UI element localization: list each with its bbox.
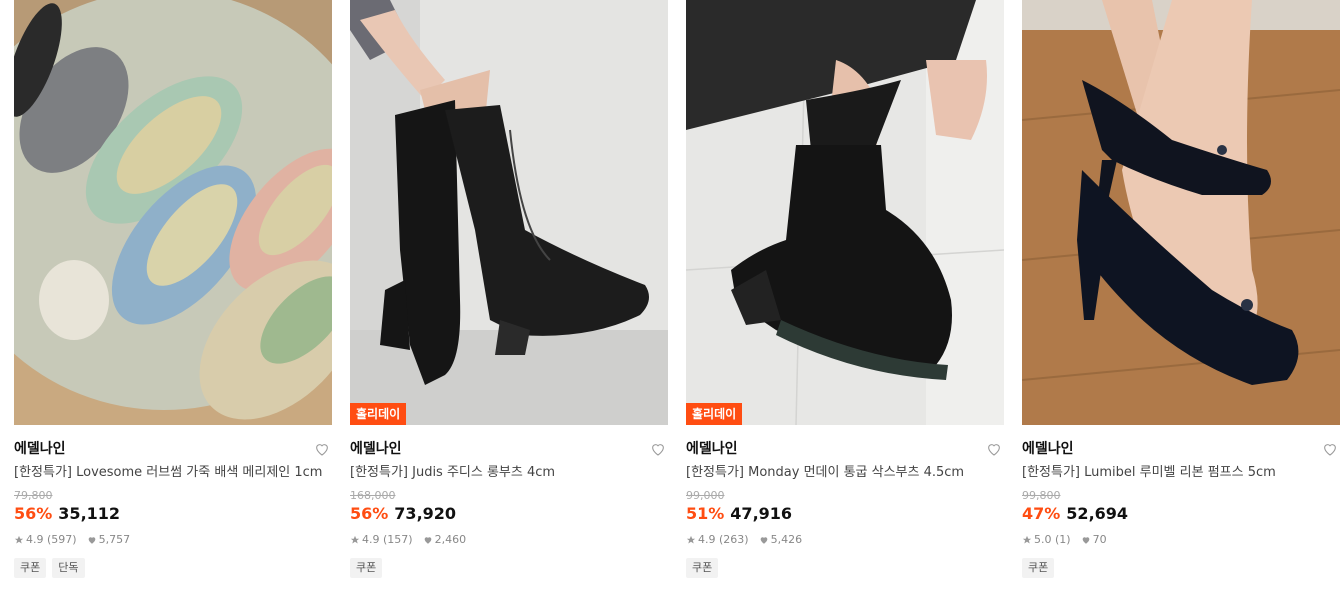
brand-name[interactable]: 에델나인 [350, 440, 668, 458]
ribbon-pumps-photo [1022, 0, 1340, 425]
mary-jane-flats-photo [14, 0, 332, 425]
product-name[interactable]: [한정특가] Monday 먼데이 통굽 삭스부츠 4.5cm [686, 464, 1004, 482]
coupon-tag: 쿠폰 [14, 558, 47, 578]
like-count: 2,460 [434, 533, 467, 546]
product-image[interactable] [14, 0, 332, 425]
rating: 4.9 (157) [362, 533, 413, 546]
discount-rate: 51% [686, 504, 725, 523]
like-count: 5,757 [98, 533, 131, 546]
brand-name[interactable]: 에델나인 [686, 440, 1004, 458]
product-name[interactable]: [한정특가] Lovesome 러브썸 가죽 배색 메리제인 1cm [14, 464, 332, 482]
brand-name[interactable]: 에델나인 [14, 440, 332, 458]
holiday-badge: 홀리데이 [350, 403, 407, 425]
rating: 5.0 (1) [1034, 533, 1071, 546]
star-icon [350, 535, 360, 544]
heart-icon[interactable] [1322, 441, 1338, 457]
product-image[interactable]: 홀리데이 [350, 0, 668, 425]
star-icon [14, 535, 24, 544]
sale-price: 35,112 [58, 504, 121, 523]
sale-price: 52,694 [1066, 504, 1129, 523]
coupon-tag: 쿠폰 [686, 558, 719, 578]
product-name[interactable]: [한정특가] Judis 주디스 롱부츠 4cm [350, 464, 668, 482]
like-count: 5,426 [770, 533, 803, 546]
heart-icon[interactable] [650, 441, 666, 457]
star-icon [1022, 535, 1032, 544]
rating: 4.9 (263) [698, 533, 749, 546]
heart-icon[interactable] [314, 441, 330, 457]
sale-price: 47,916 [730, 504, 793, 523]
exclusive-tag: 단독 [52, 558, 85, 578]
product-card[interactable]: 홀리데이 에델나인 [한정특가] Judis 주디스 롱부츠 4cm 168,0… [350, 0, 668, 595]
product-grid: 에델나인 [한정특가] Lovesome 러브썸 가죽 배색 메리제인 1cm … [0, 0, 1344, 595]
heart-icon[interactable] [986, 441, 1002, 457]
holiday-badge: 홀리데이 [686, 403, 743, 425]
brand-name[interactable]: 에델나인 [1022, 440, 1340, 458]
original-price: 79,800 [14, 489, 53, 502]
long-boots-photo [350, 0, 668, 425]
heart-count-icon [1082, 537, 1089, 544]
discount-rate: 56% [350, 504, 389, 523]
heart-count-icon [424, 537, 431, 544]
sock-boots-photo [686, 0, 1004, 425]
coupon-tag: 쿠폰 [350, 558, 383, 578]
product-image[interactable]: 홀리데이 [686, 0, 1004, 425]
product-card[interactable]: 에델나인 [한정특가] Lumibel 루미벨 리본 펌프스 5cm 99,80… [1022, 0, 1340, 595]
star-icon [686, 535, 696, 544]
heart-count-icon [88, 537, 95, 544]
original-price: 99,800 [1022, 489, 1061, 502]
product-card[interactable]: 홀리데이 에델나인 [한정특가] Monday 먼데이 통굽 삭스부츠 4.5c… [686, 0, 1004, 595]
discount-rate: 56% [14, 504, 53, 523]
original-price: 168,000 [350, 489, 396, 502]
product-name[interactable]: [한정특가] Lumibel 루미벨 리본 펌프스 5cm [1022, 464, 1340, 482]
coupon-tag: 쿠폰 [1022, 558, 1055, 578]
like-count: 70 [1092, 533, 1107, 546]
original-price: 99,000 [686, 489, 725, 502]
rating: 4.9 (597) [26, 533, 77, 546]
discount-rate: 47% [1022, 504, 1061, 523]
sale-price: 73,920 [394, 504, 457, 523]
product-image[interactable] [1022, 0, 1340, 425]
product-card[interactable]: 에델나인 [한정특가] Lovesome 러브썸 가죽 배색 메리제인 1cm … [14, 0, 332, 595]
heart-count-icon [760, 537, 767, 544]
